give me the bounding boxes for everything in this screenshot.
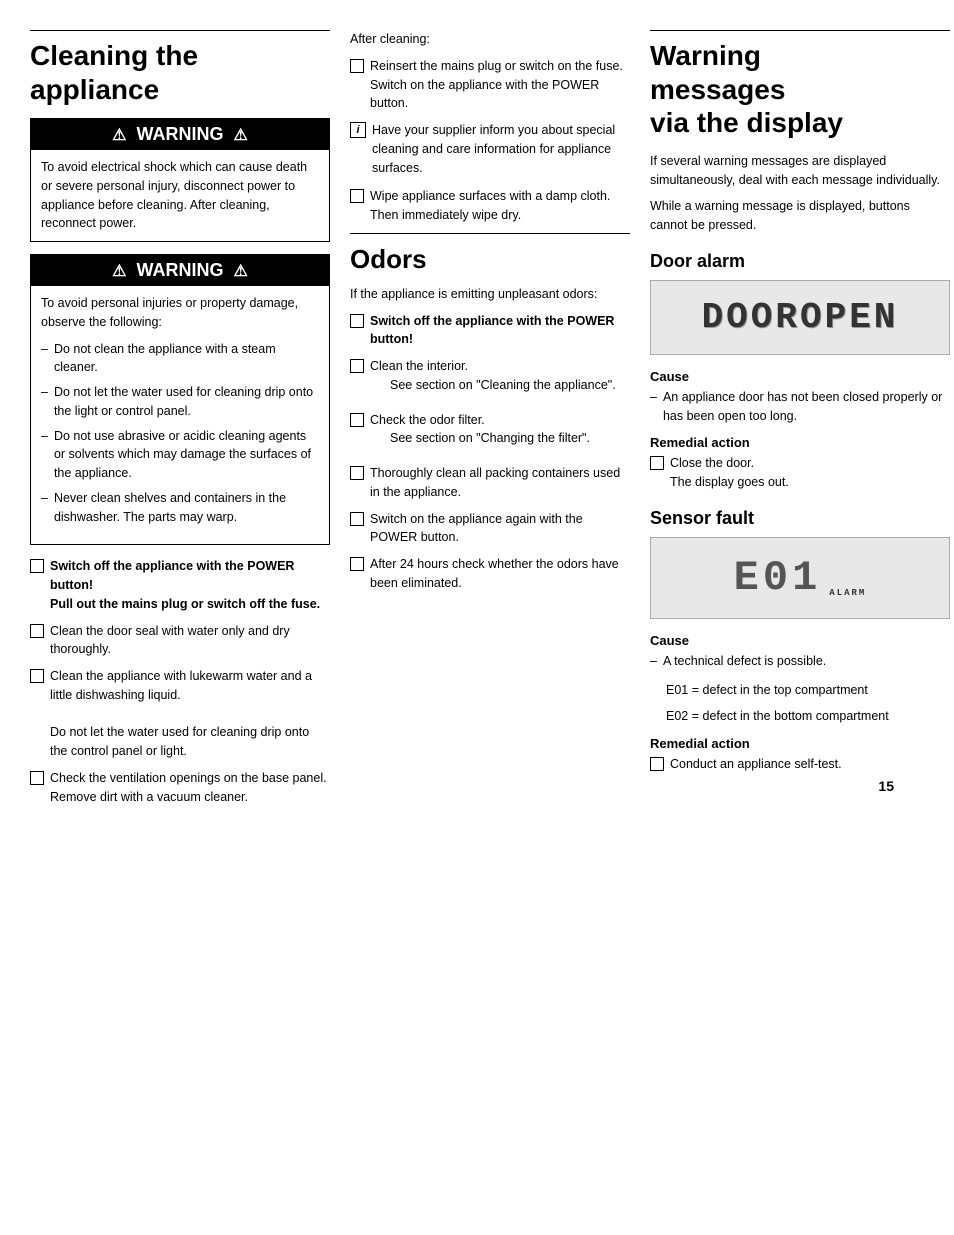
after-cleaning-bullet1-text: Reinsert the mains plug or switch on the… [370,57,630,113]
odors-bullet4-text: Thoroughly clean all packing containers … [370,464,630,502]
checkbox-icon-ac1 [350,59,364,73]
dash-item-2: Do not let the water used for cleaning d… [41,383,319,421]
col1-bullet-1: Switch off the appliance with the POWER … [30,557,330,613]
checkbox-icon-2 [30,624,44,638]
door-alarm-remedial-item: Close the door.The display goes out. [650,454,950,492]
warning-messages-intro1: If several warning messages are displaye… [650,152,950,190]
warning-box-2: ⚠ WARNING ⚠ To avoid personal injuries o… [30,254,330,545]
odors-bullet-2: Clean the interior. See section on "Clea… [350,357,630,403]
checkbox-icon-3 [30,669,44,683]
door-alarm-cause-list: An appliance door has not been closed pr… [650,388,950,426]
col1-bullet-4: Check the ventilation openings on the ba… [30,769,330,807]
after-cleaning-label: After cleaning: [350,30,630,49]
odors-bullet2-sub: See section on "Cleaning the appliance". [390,376,630,395]
odors-bullet-list: Switch off the appliance with the POWER … [350,312,630,593]
dash-item-1: Do not clean the appliance with a steam … [41,340,319,378]
after-cleaning-bullets: Reinsert the mains plug or switch on the… [350,57,630,113]
checkbox-icon-1 [30,559,44,573]
sensor-fault-title: Sensor fault [650,508,950,529]
sensor-fault-cause-item: A technical defect is possible. [650,652,950,671]
warning-triangle-right-2: ⚠ [234,261,248,281]
door-alarm-cause-label: Cause [650,369,950,384]
col1-bullet-list: Switch off the appliance with the POWER … [30,557,330,806]
warning-body-1: To avoid electrical shock which can caus… [31,150,329,241]
after-cleaning-bullet-1: Reinsert the mains plug or switch on the… [350,57,630,113]
column-2: After cleaning: Reinsert the mains plug … [350,30,630,814]
odors-bullet-3: Check the odor filter. See section on "C… [350,411,630,457]
col1-bullet1-bold: Switch off the appliance with the POWER … [50,559,320,611]
checkbox-icon-sf [650,757,664,771]
checkbox-icon-o6 [350,557,364,571]
checkbox-icon-o4 [350,466,364,480]
dash-item-4: Never clean shelves and containers in th… [41,489,319,527]
checkbox-icon-o1 [350,314,364,328]
dash-item-3: Do not use abrasive or acidic cleaning a… [41,427,319,483]
warning-label-1: WARNING [137,124,224,145]
info-icon: i [350,122,366,138]
sensor-fault-cause-list: A technical defect is possible. [650,652,950,671]
warning-box-1: ⚠ WARNING ⚠ To avoid electrical shock wh… [30,118,330,242]
door-alarm-display: DOOROPEN [650,280,950,355]
warning-messages-title: Warningmessagesvia the display [650,39,950,140]
warning-messages-intro2: While a warning message is displayed, bu… [650,197,950,235]
odors-bullet-4: Thoroughly clean all packing containers … [350,464,630,502]
checkbox-icon-w1 [350,189,364,203]
wipe-bullets: Wipe appliance surfaces with a damp clot… [350,187,630,225]
checkbox-icon-4 [30,771,44,785]
info-box: i Have your supplier inform you about sp… [350,121,630,177]
wipe-bullet-1: Wipe appliance surfaces with a damp clot… [350,187,630,225]
col1-bullet2-text: Clean the door seal with water only and … [50,622,330,660]
sensor-fault-display: E01 ALARM [650,537,950,619]
col1-top-rule [30,30,330,31]
checkbox-icon-o3 [350,413,364,427]
odors-bullet6-text: After 24 hours check whether the odors h… [370,555,630,593]
warning-triangle-left-2: ⚠ [112,261,126,281]
warning2-dash-list: Do not clean the appliance with a steam … [41,340,319,527]
checkbox-icon-o5 [350,512,364,526]
checkbox-icon-da [650,456,664,470]
column-3: Warningmessagesvia the display If severa… [650,30,950,814]
sensor-fault-display-text: E01 ALARM [661,554,939,602]
sensor-fault-sub2-text: E02 = defect in the bottom compartment [666,707,950,726]
sensor-fault-remedial-item: Conduct an appliance self-test. [650,755,950,774]
col1-bullet-2: Clean the door seal with water only and … [30,622,330,660]
odors-bullet-1: Switch off the appliance with the POWER … [350,312,630,350]
sensor-fault-remedial-label: Remedial action [650,736,950,751]
col1-bullet4-text: Check the ventilation openings on the ba… [50,769,330,807]
odors-intro: If the appliance is emitting unpleasant … [350,285,630,304]
odors-bullet1-bold: Switch off the appliance with the POWER … [370,314,614,347]
warning-label-2: WARNING [137,260,224,281]
odors-bullet-6: After 24 hours check whether the odors h… [350,555,630,593]
page-number: 15 [878,778,894,794]
odors-bullet3-sub: See section on "Changing the filter". [390,429,630,448]
odors-title: Odors [350,244,630,275]
odors-bullet5-text: Switch on the appliance again with the P… [370,510,630,548]
sensor-fault-sub1-text: E01 = defect in the top compartment [666,681,950,700]
warning-header-2: ⚠ WARNING ⚠ [31,255,329,286]
checkbox-icon-o2 [350,359,364,373]
col1-bullet-3: Clean the appliance with lukewarm water … [30,667,330,761]
warning2-intro: To avoid personal injuries or property d… [41,294,319,332]
sensor-fault-sub1: E01 = defect in the top compartment E02 … [666,681,950,727]
door-alarm-cause-item: An appliance door has not been closed pr… [650,388,950,426]
warning-triangle-right-1: ⚠ [234,125,248,145]
col3-top-rule [650,30,950,31]
cleaning-title: Cleaning theappliance [30,39,330,106]
warning-triangle-left-1: ⚠ [112,125,126,145]
info-text: Have your supplier inform you about spec… [372,121,630,177]
warning-header-1: ⚠ WARNING ⚠ [31,119,329,150]
door-alarm-remedial-label: Remedial action [650,435,950,450]
column-1: Cleaning theappliance ⚠ WARNING ⚠ To avo… [30,30,330,814]
door-alarm-display-text: DOOROPEN [661,297,939,338]
odors-bullet-5: Switch on the appliance again with the P… [350,510,630,548]
sensor-fault-remedial-list: Conduct an appliance self-test. [650,755,950,774]
sensor-fault-cause-label: Cause [650,633,950,648]
warning-body-2: To avoid personal injuries or property d… [31,286,329,544]
col2-section-rule [350,233,630,234]
door-alarm-title: Door alarm [650,251,950,272]
door-alarm-remedial-list: Close the door.The display goes out. [650,454,950,492]
sensor-fault-remedial-text: Conduct an appliance self-test. [670,755,950,774]
alarm-label: ALARM [829,588,866,598]
